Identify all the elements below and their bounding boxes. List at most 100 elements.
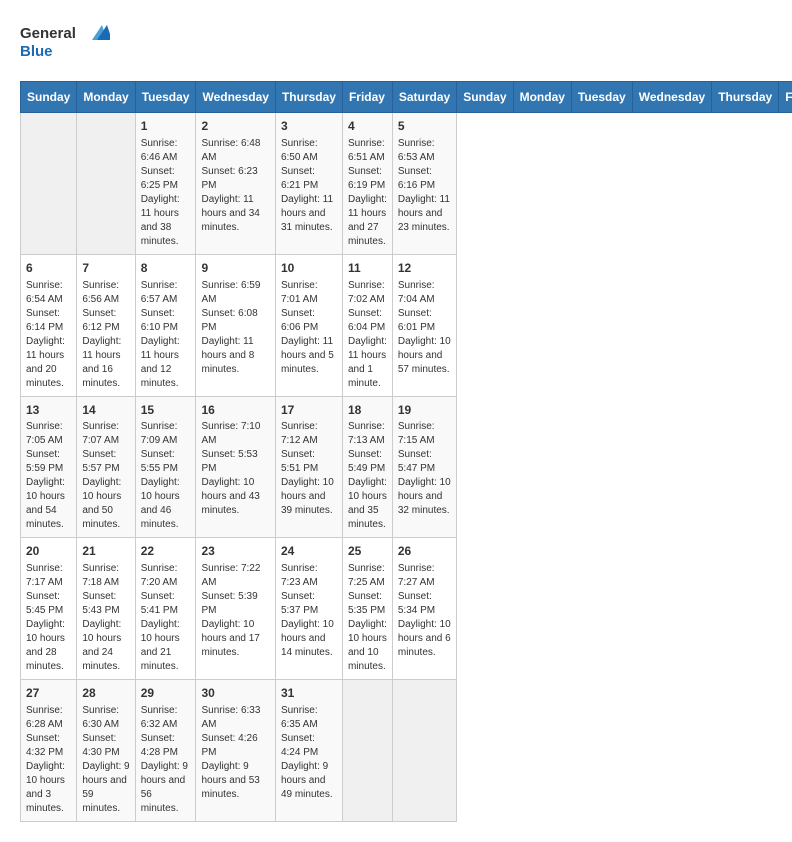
calendar-day-cell: 25 Sunrise: 7:25 AMSunset: 5:35 PMDayligh… [342,538,392,680]
day-info: Sunrise: 6:46 AMSunset: 6:25 PMDaylight:… [141,137,191,249]
logo-svg: General Blue [20,20,110,65]
calendar-day-cell: 27Sunrise: 6:28 AMSunset: 4:32 PMDayligh… [21,680,77,822]
day-info: Sunrise: 7:05 AMSunset: 5:59 PMDaylight:… [26,420,71,532]
day-info: Sunrise: 7:04 AMSunset: 6:01 PMDaylight:… [398,279,451,377]
day-info: Sunrise: 6:53 AMSunset: 6:16 PMDaylight:… [398,137,451,235]
calendar-day-cell: 26Sunrise: 7:27 AMSunset: 5:34 PMDayligh… [392,538,456,680]
day-info: Sunrise: 7:25 AMSunset: 5:35 PMDaylight:… [348,562,387,674]
day-info: Sunrise: 6:30 AMSunset: 4:30 PMDaylight:… [82,704,129,816]
svg-text:General: General [20,25,76,42]
day-info: Sunrise: 6:33 AMSunset: 4:26 PMDaylight:… [201,704,269,802]
calendar-day-cell: 19Sunrise: 7:15 AMSunset: 5:47 PMDayligh… [392,396,456,538]
calendar-day-cell: 10 Sunrise: 7:01 AMSunset: 6:06 PMDayligh… [275,254,342,396]
day-info: Sunrise: 7:12 AMSunset: 5:51 PMDaylight:… [281,420,337,518]
calendar-day-cell: 24 Sunrise: 7:23 AMSunset: 5:37 PMDayligh… [275,538,342,680]
day-info: Sunrise: 7:07 AMSunset: 5:57 PMDaylight:… [82,420,129,532]
calendar-day-cell: 17Sunrise: 7:12 AMSunset: 5:51 PMDayligh… [275,396,342,538]
day-number: 16 [201,402,269,419]
day-of-week-header: Monday [77,82,135,113]
calendar-week-row: 20Sunrise: 7:17 AMSunset: 5:45 PMDayligh… [21,538,792,680]
day-number: 30 [201,685,269,702]
day-number: 31 [281,685,337,702]
day-number: 29 [141,685,191,702]
day-number: 13 [26,402,71,419]
day-number: 24 [281,543,337,560]
calendar-day-cell: 8Sunrise: 6:57 AMSunset: 6:10 PMDaylight… [135,254,196,396]
day-info: Sunrise: 7:23 AMSunset: 5:37 PMDaylight:… [281,562,337,660]
calendar-week-row: 1 Sunrise: 6:46 AMSunset: 6:25 PMDaylight… [21,113,792,255]
day-info: Sunrise: 7:09 AMSunset: 5:55 PMDaylight:… [141,420,191,532]
day-number: 27 [26,685,71,702]
calendar-day-cell: 21 Sunrise: 7:18 AMSunset: 5:43 PMDayligh… [77,538,135,680]
calendar-day-cell [77,113,135,255]
svg-text:Blue: Blue [20,43,53,60]
calendar-day-cell: 20Sunrise: 7:17 AMSunset: 5:45 PMDayligh… [21,538,77,680]
day-number: 18 [348,402,387,419]
day-number: 21 [82,543,129,560]
day-of-week-header: Wednesday [632,82,711,113]
logo: General Blue [20,20,110,65]
day-of-week-header: Thursday [712,82,779,113]
calendar-day-cell [392,680,456,822]
day-of-week-header: Thursday [275,82,342,113]
day-info: Sunrise: 6:48 AMSunset: 6:23 PMDaylight:… [201,137,269,235]
calendar-day-cell: 6Sunrise: 6:54 AMSunset: 6:14 PMDaylight… [21,254,77,396]
calendar-day-cell: 22 Sunrise: 7:20 AMSunset: 5:41 PMDayligh… [135,538,196,680]
calendar-week-row: 6Sunrise: 6:54 AMSunset: 6:14 PMDaylight… [21,254,792,396]
calendar-day-cell: 2 Sunrise: 6:48 AMSunset: 6:23 PMDaylight… [196,113,275,255]
day-number: 8 [141,260,191,277]
day-number: 1 [141,118,191,135]
day-number: 4 [348,118,387,135]
day-of-week-header: Sunday [21,82,77,113]
day-number: 25 [348,543,387,560]
day-number: 11 [348,260,387,277]
day-number: 9 [201,260,269,277]
day-number: 7 [82,260,129,277]
day-info: Sunrise: 7:13 AMSunset: 5:49 PMDaylight:… [348,420,387,532]
day-info: Sunrise: 6:50 AMSunset: 6:21 PMDaylight:… [281,137,337,235]
day-number: 2 [201,118,269,135]
calendar-day-cell: 9Sunrise: 6:59 AMSunset: 6:08 PMDaylight… [196,254,275,396]
day-of-week-header: Monday [513,82,571,113]
calendar-day-cell [21,113,77,255]
day-info: Sunrise: 6:51 AMSunset: 6:19 PMDaylight:… [348,137,387,249]
day-number: 19 [398,402,451,419]
calendar-day-cell: 14Sunrise: 7:07 AMSunset: 5:57 PMDayligh… [77,396,135,538]
day-info: Sunrise: 6:54 AMSunset: 6:14 PMDaylight:… [26,279,71,391]
day-of-week-header: Sunday [457,82,513,113]
calendar-day-cell: 1 Sunrise: 6:46 AMSunset: 6:25 PMDaylight… [135,113,196,255]
calendar-week-row: 27Sunrise: 6:28 AMSunset: 4:32 PMDayligh… [21,680,792,822]
calendar-day-cell: 3Sunrise: 6:50 AMSunset: 6:21 PMDaylight… [275,113,342,255]
day-info: Sunrise: 7:18 AMSunset: 5:43 PMDaylight:… [82,562,129,674]
calendar-day-cell: 30 Sunrise: 6:33 AMSunset: 4:26 PMDayligh… [196,680,275,822]
day-info: Sunrise: 7:22 AMSunset: 5:39 PMDaylight:… [201,562,269,660]
calendar-day-cell: 12Sunrise: 7:04 AMSunset: 6:01 PMDayligh… [392,254,456,396]
day-number: 22 [141,543,191,560]
day-info: Sunrise: 7:20 AMSunset: 5:41 PMDaylight:… [141,562,191,674]
calendar-day-cell: 16Sunrise: 7:10 AMSunset: 5:53 PMDayligh… [196,396,275,538]
day-info: Sunrise: 6:32 AMSunset: 4:28 PMDaylight:… [141,704,191,816]
day-of-week-header: Saturday [392,82,456,113]
day-of-week-header: Friday [779,82,792,113]
day-of-week-header: Tuesday [571,82,632,113]
calendar-table: SundayMondayTuesdayWednesdayThursdayFrid… [20,81,792,822]
day-info: Sunrise: 7:01 AMSunset: 6:06 PMDaylight:… [281,279,337,377]
calendar-day-cell: 4 Sunrise: 6:51 AMSunset: 6:19 PMDaylight… [342,113,392,255]
day-number: 10 [281,260,337,277]
calendar-day-cell: 29 Sunrise: 6:32 AMSunset: 4:28 PMDayligh… [135,680,196,822]
calendar-day-cell: 7Sunrise: 6:56 AMSunset: 6:12 PMDaylight… [77,254,135,396]
calendar-day-cell: 13Sunrise: 7:05 AMSunset: 5:59 PMDayligh… [21,396,77,538]
calendar-day-cell: 15Sunrise: 7:09 AMSunset: 5:55 PMDayligh… [135,396,196,538]
calendar-day-cell: 5Sunrise: 6:53 AMSunset: 6:16 PMDaylight… [392,113,456,255]
page-header: General Blue [20,20,772,65]
day-number: 20 [26,543,71,560]
day-info: Sunrise: 6:35 AMSunset: 4:24 PMDaylight:… [281,704,337,802]
day-info: Sunrise: 7:02 AMSunset: 6:04 PMDaylight:… [348,279,387,391]
day-info: Sunrise: 7:10 AMSunset: 5:53 PMDaylight:… [201,420,269,518]
calendar-week-row: 13Sunrise: 7:05 AMSunset: 5:59 PMDayligh… [21,396,792,538]
calendar-header-row: SundayMondayTuesdayWednesdayThursdayFrid… [21,82,792,113]
day-number: 15 [141,402,191,419]
day-of-week-header: Wednesday [196,82,275,113]
day-number: 14 [82,402,129,419]
day-number: 28 [82,685,129,702]
